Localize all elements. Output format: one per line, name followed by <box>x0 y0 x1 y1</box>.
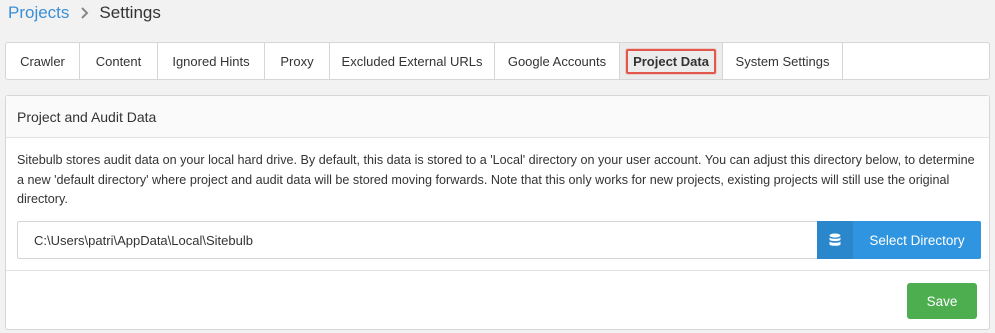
tab-crawler[interactable]: Crawler <box>6 43 80 79</box>
tab-excluded-external-urls[interactable]: Excluded External URLs <box>330 43 495 79</box>
panel-title: Project and Audit Data <box>6 96 989 138</box>
tab-label: System Settings <box>735 53 830 69</box>
tab-content[interactable]: Content <box>80 43 158 79</box>
directory-path-input[interactable] <box>17 221 817 259</box>
settings-tabs: Crawler Content Ignored Hints Proxy Excl… <box>5 42 990 80</box>
tab-ignored-hints[interactable]: Ignored Hints <box>158 43 265 79</box>
tab-label: Project Data <box>626 48 716 74</box>
tab-label: Ignored Hints <box>172 53 250 69</box>
tab-google-accounts[interactable]: Google Accounts <box>495 43 620 79</box>
tab-proxy[interactable]: Proxy <box>265 43 330 79</box>
project-audit-data-panel: Project and Audit Data Sitebulb stores a… <box>5 95 990 330</box>
breadcrumb-projects-link[interactable]: Projects <box>8 3 69 23</box>
panel-divider <box>6 270 989 271</box>
tab-label: Crawler <box>20 53 65 69</box>
tab-label: Google Accounts <box>507 53 607 69</box>
select-directory-button[interactable]: Select Directory <box>817 221 981 259</box>
tab-system-settings[interactable]: System Settings <box>723 43 843 79</box>
tab-label: Proxy <box>280 53 314 69</box>
save-button[interactable]: Save <box>907 283 977 319</box>
directory-row: Select Directory <box>17 221 981 259</box>
page-title: Settings <box>99 3 161 22</box>
database-icon <box>817 221 853 259</box>
breadcrumb: Projects Settings <box>8 2 161 24</box>
chevron-right-icon <box>81 7 89 19</box>
tab-project-data[interactable]: Project Data <box>620 43 723 79</box>
tab-label: Content <box>95 53 142 69</box>
select-directory-label: Select Directory <box>869 232 965 248</box>
panel-description: Sitebulb stores audit data on your local… <box>17 153 975 206</box>
tab-label: Excluded External URLs <box>341 53 483 69</box>
